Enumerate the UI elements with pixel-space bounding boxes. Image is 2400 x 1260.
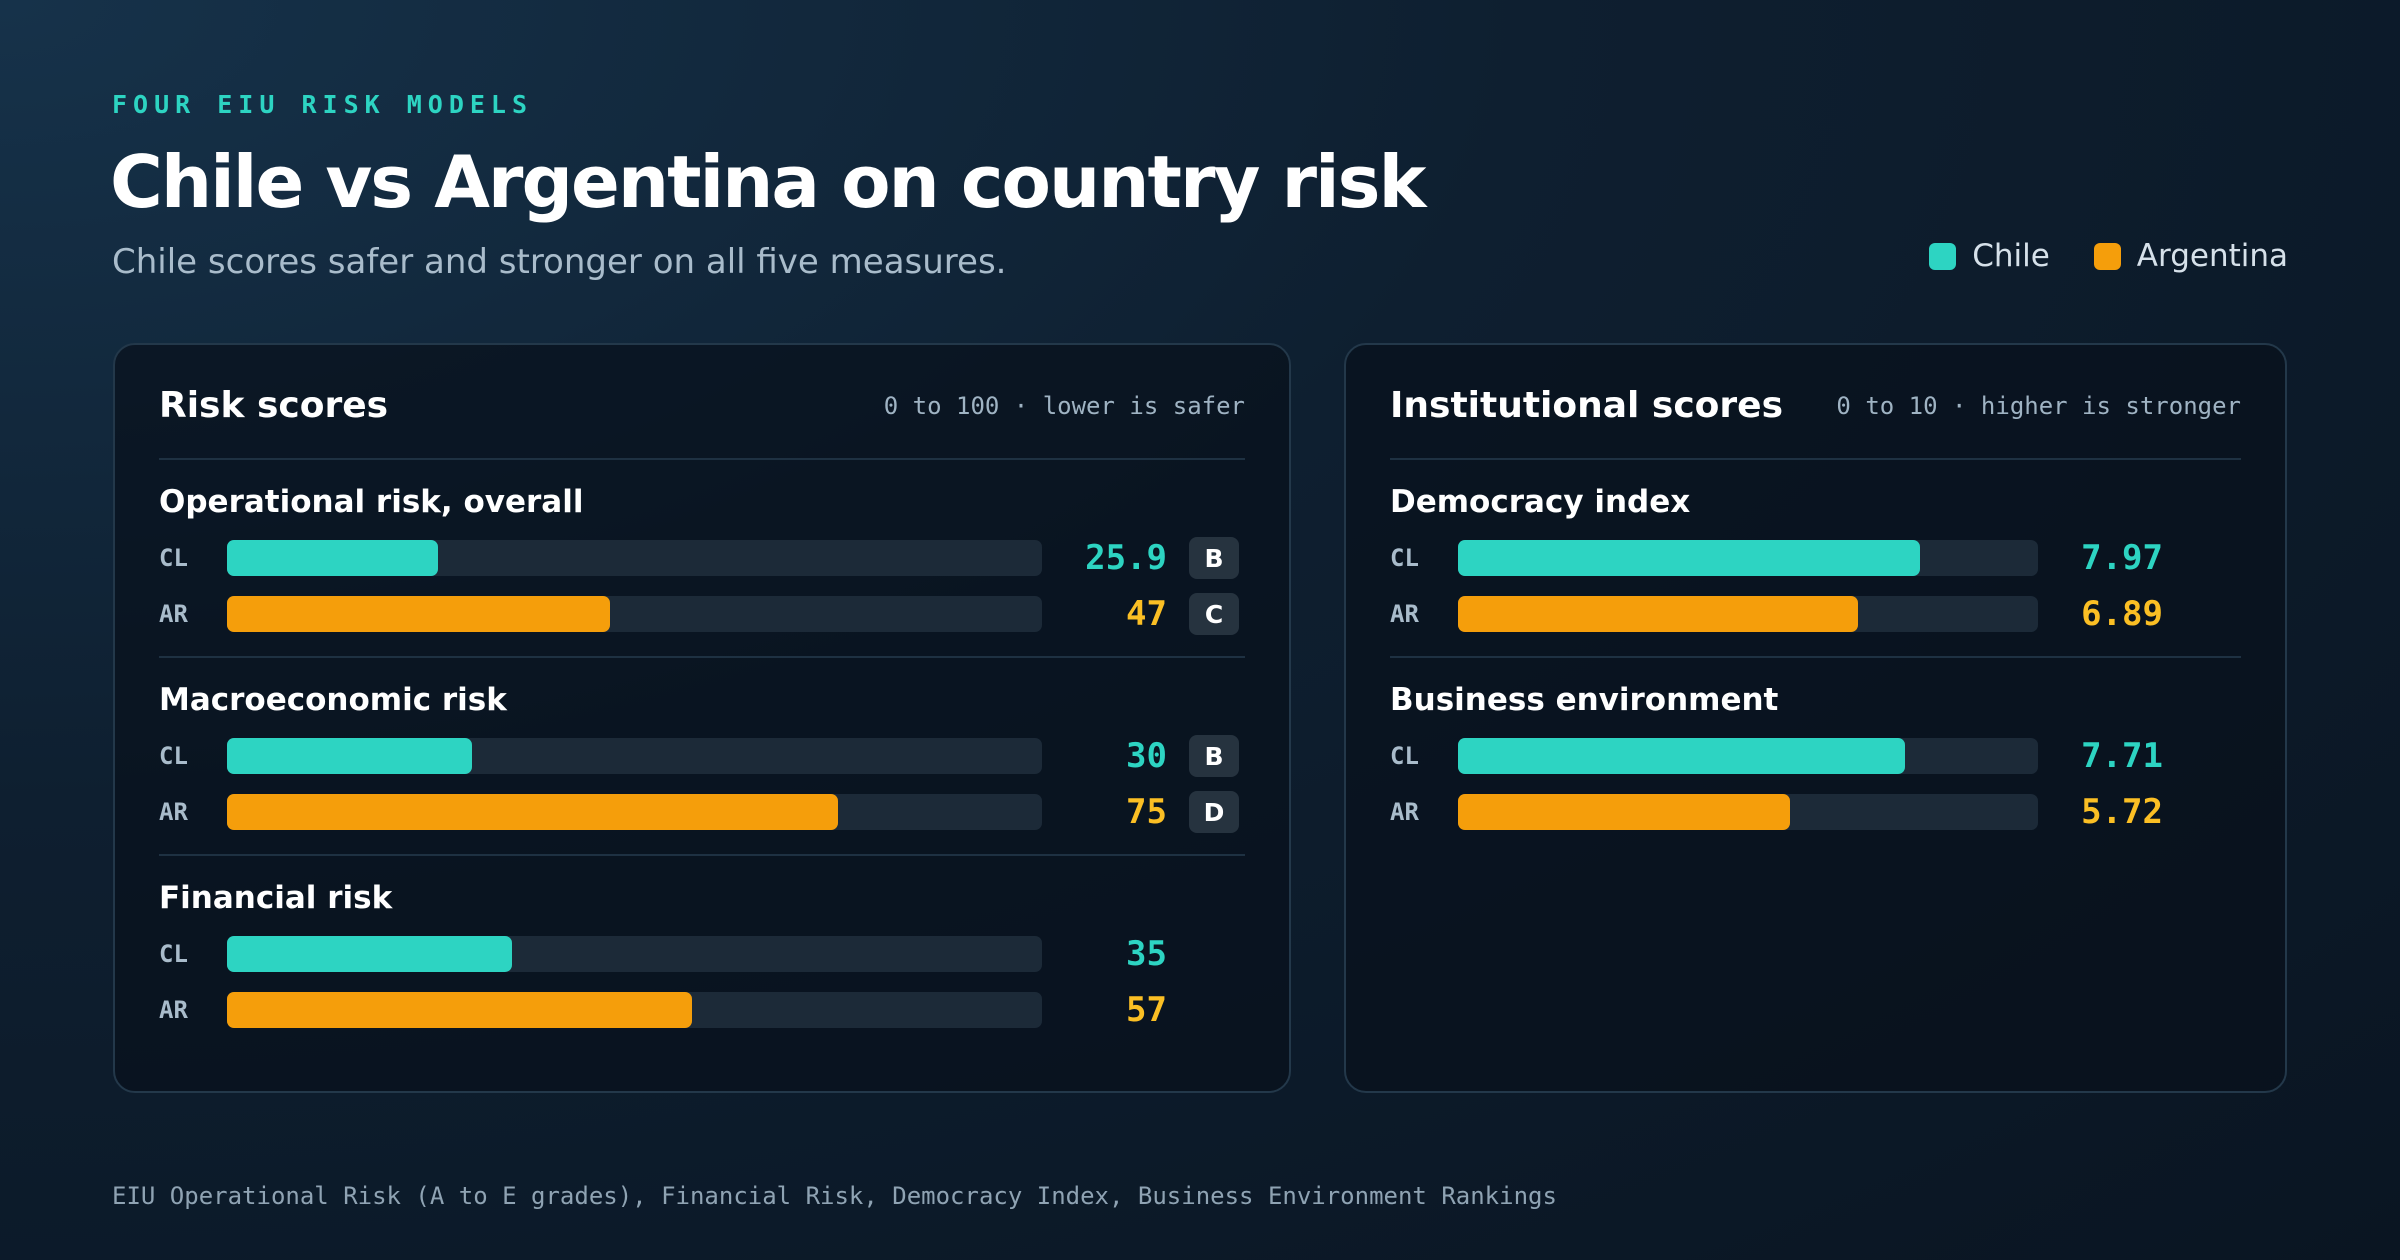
metric-group: Operational risk, overall CL 25.9 B AR 4…: [159, 460, 1245, 658]
bar-track: [227, 540, 1042, 576]
metric-group: Democracy index CL 7.97 AR 6.89: [1390, 460, 2241, 658]
eyebrow-label: FOUR EIU RISK MODELS: [112, 90, 534, 119]
country-code: CL: [159, 940, 188, 968]
value-label: 25.9: [1085, 538, 1167, 578]
grade-badge: C: [1189, 593, 1239, 635]
metric-title: Democracy index: [1390, 484, 1691, 520]
risk-scores-panel: Risk scores 0 to 100 · lower is safer Op…: [113, 343, 1291, 1093]
country-code: AR: [1390, 798, 1419, 826]
bar-row-argentina: AR 75 D: [159, 791, 1245, 833]
value-label: 57: [1126, 990, 1167, 1030]
bar-argentina: [1458, 596, 1858, 632]
bar-chile: [227, 738, 472, 774]
bar-track: [1458, 794, 2038, 830]
bar-row-argentina: AR 57: [159, 990, 1245, 1030]
bar-row-argentina: AR 47 C: [159, 593, 1245, 635]
bar-track: [227, 596, 1042, 632]
institutional-scores-header: Institutional scores 0 to 10 · higher is…: [1390, 345, 2241, 460]
panel-scale-note: 0 to 10 · higher is stronger: [1836, 391, 2241, 420]
legend-swatch-argentina: [2093, 242, 2121, 270]
bar-row-chile: CL 30 B: [159, 735, 1245, 777]
page-subtitle: Chile scores safer and stronger on all f…: [112, 242, 1007, 282]
metric-title: Macroeconomic risk: [159, 682, 507, 718]
legend-item-argentina: Argentina: [2093, 238, 2288, 274]
bar-argentina: [227, 596, 611, 632]
grade-badge: D: [1189, 791, 1239, 833]
metric-group: Business environment CL 7.71 AR 5.72: [1390, 658, 2241, 856]
bar-track: [227, 738, 1042, 774]
bar-chile: [227, 936, 513, 972]
bar-track: [227, 936, 1042, 972]
panel-scale-note: 0 to 100 · lower is safer: [883, 391, 1245, 420]
metric-group: Financial risk CL 35 AR 57: [159, 856, 1245, 1054]
country-code: CL: [1390, 544, 1419, 572]
metric-title: Business environment: [1390, 682, 1779, 718]
panel-title: Institutional scores: [1390, 385, 1784, 426]
country-code: CL: [159, 742, 188, 770]
value-label: 7.97: [2081, 538, 2163, 578]
bar-chile: [1458, 540, 1921, 576]
legend-swatch-chile: [1929, 242, 1957, 270]
country-code: AR: [159, 600, 188, 628]
value-label: 30: [1126, 736, 1167, 776]
panel-title: Risk scores: [159, 385, 389, 426]
bar-argentina: [1458, 794, 1790, 830]
country-code: CL: [1390, 742, 1419, 770]
value-label: 75: [1126, 792, 1167, 832]
bar-row-chile: CL 7.71: [1390, 736, 2241, 776]
source-footnote: EIU Operational Risk (A to E grades), Fi…: [112, 1182, 1557, 1210]
bar-track: [227, 992, 1042, 1028]
bar-row-argentina: AR 5.72: [1390, 792, 2241, 832]
bar-argentina: [227, 794, 839, 830]
value-label: 5.72: [2081, 792, 2163, 832]
metric-title: Financial risk: [159, 880, 393, 916]
page-title: Chile vs Argentina on country risk: [110, 140, 1426, 224]
legend-item-chile: Chile: [1929, 238, 2050, 274]
bar-track: [227, 794, 1042, 830]
bar-track: [1458, 540, 2038, 576]
bar-argentina: [227, 992, 692, 1028]
metric-group: Macroeconomic risk CL 30 B AR 75 D: [159, 658, 1245, 856]
institutional-scores-panel: Institutional scores 0 to 10 · higher is…: [1344, 343, 2287, 1093]
metric-title: Operational risk, overall: [159, 484, 584, 520]
bar-row-argentina: AR 6.89: [1390, 594, 2241, 634]
country-code: AR: [1390, 600, 1419, 628]
legend: Chile Argentina: [1929, 238, 2288, 274]
risk-scores-header: Risk scores 0 to 100 · lower is safer: [159, 345, 1245, 460]
bar-track: [1458, 596, 2038, 632]
country-code: AR: [159, 798, 188, 826]
value-label: 7.71: [2081, 736, 2163, 776]
legend-label-chile: Chile: [1972, 238, 2050, 274]
legend-label-argentina: Argentina: [2136, 238, 2288, 274]
grade-badge: B: [1189, 537, 1239, 579]
bar-chile: [227, 540, 439, 576]
value-label: 6.89: [2081, 594, 2163, 634]
bar-chile: [1458, 738, 1906, 774]
country-code: AR: [159, 996, 188, 1024]
value-label: 47: [1126, 594, 1167, 634]
bar-row-chile: CL 7.97: [1390, 538, 2241, 578]
grade-badge: B: [1189, 735, 1239, 777]
bar-row-chile: CL 35: [159, 934, 1245, 974]
country-code: CL: [159, 544, 188, 572]
value-label: 35: [1126, 934, 1167, 974]
bar-row-chile: CL 25.9 B: [159, 537, 1245, 579]
bar-track: [1458, 738, 2038, 774]
